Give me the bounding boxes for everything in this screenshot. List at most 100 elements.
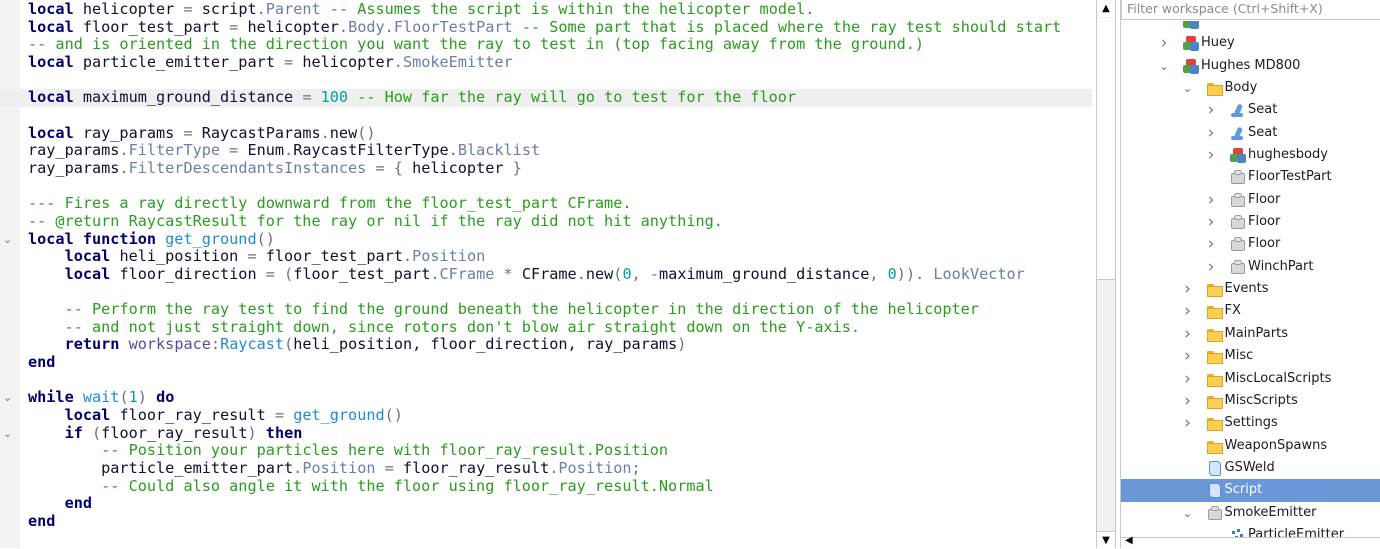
code-line[interactable]: ray_params.FilterType = Enum.RaycastFilt… (28, 141, 1096, 160)
code-line[interactable]: -- and not just straight down, since rot… (28, 318, 1096, 337)
code-line[interactable]: end (28, 495, 1096, 513)
code-token: . (119, 141, 129, 160)
code-token: = (284, 52, 294, 71)
tree-item[interactable]: › FX (1121, 300, 1380, 322)
tree-item[interactable]: › MiscLocalScripts (1121, 368, 1380, 390)
code-line[interactable] (28, 178, 1096, 196)
chevron-right-icon[interactable]: › (1182, 300, 1194, 322)
code-line[interactable]: local heli_position = floor_test_part.Po… (28, 247, 1096, 266)
chevron-right-icon[interactable]: › (1205, 189, 1217, 211)
code-token: new (585, 264, 614, 283)
chevron-right-icon[interactable]: › (1182, 278, 1194, 300)
chevron-right-icon[interactable]: › (1182, 368, 1194, 390)
chevron-right-icon[interactable]: › (1205, 122, 1217, 144)
code-line[interactable] (28, 72, 1096, 90)
tree-item[interactable]: › Seat (1121, 122, 1380, 144)
tree-item[interactable]: ⌄ Hughes MD800 (1121, 55, 1380, 77)
chevron-down-icon[interactable]: ⌄ (1158, 55, 1170, 77)
tree-item[interactable]: › MiscScripts (1121, 390, 1380, 412)
scrollbar-thumb[interactable] (1097, 18, 1115, 280)
code-line[interactable]: return workspace:Raycast(heli_position, … (28, 336, 1096, 354)
tree-item[interactable]: › Seat (1121, 99, 1380, 121)
code-token: FilterType (128, 141, 221, 160)
code-line[interactable]: local helicopter = script.Parent -- Assu… (28, 0, 1096, 19)
tree-item-label: FX (1224, 303, 1241, 319)
code-line[interactable]: end (28, 512, 1096, 531)
chevron-right-icon[interactable]: › (1205, 99, 1217, 121)
tree-item[interactable]: ⌄ Body (1121, 77, 1380, 99)
tree-item[interactable]: WeaponSpawns (1121, 435, 1380, 457)
code-line[interactable]: local floor_test_part = helicopter.Body.… (28, 17, 1096, 37)
code-line[interactable]: ray_params.FilterDescendantsInstances = … (28, 159, 1096, 178)
script-editor[interactable]: local helicopter = script.Parent -- Assu… (0, 0, 1096, 548)
tree-item[interactable] (1121, 21, 1380, 32)
tree-item[interactable]: Script (1121, 479, 1380, 502)
scroll-left-arrow-icon[interactable]: ◀ (1125, 535, 1133, 546)
scroll-up-arrow-icon[interactable]: ▲ (1097, 0, 1115, 17)
code-line[interactable]: ⌄ if (floor_ray_result) then (3, 424, 1096, 443)
code-line[interactable]: local maximum_ground_distance = 100 -- H… (0, 88, 1092, 107)
tree-item[interactable]: FloorTestPart (1121, 166, 1380, 188)
tree-item[interactable]: › Floor (1121, 189, 1380, 211)
tree-item[interactable]: › WinchPart (1121, 256, 1380, 278)
code-line[interactable]: end (28, 353, 1096, 372)
chevron-right-icon[interactable]: › (1182, 412, 1194, 434)
chevron-right-icon[interactable]: › (1158, 32, 1170, 54)
tree-item[interactable]: GSWeld (1121, 457, 1380, 479)
code-token: -- Some part that is placed where the ra… (512, 17, 1062, 36)
code-line[interactable]: --- Fires a ray directly downward from t… (28, 194, 1096, 213)
filter-workspace-input[interactable]: Filter workspace (Ctrl+Shift+X) (1121, 0, 1380, 20)
tree-item[interactable]: › MainParts (1121, 323, 1380, 345)
tree-item[interactable]: › Floor (1121, 233, 1380, 255)
tree-item[interactable]: › Events (1121, 278, 1380, 300)
tree-item[interactable]: › Floor (1121, 211, 1380, 233)
scroll-down-arrow-icon[interactable]: ▼ (1097, 531, 1115, 548)
tree-item[interactable]: › Misc (1121, 345, 1380, 367)
fold-chevron-icon[interactable]: ⌄ (3, 425, 15, 443)
chevron-right-icon[interactable]: › (1205, 144, 1217, 166)
code-line[interactable] (28, 372, 1096, 390)
chevron-right-icon[interactable]: › (1205, 256, 1217, 278)
code-line[interactable]: -- @return RaycastResult for the ray or … (28, 212, 1096, 231)
fold-chevron-icon[interactable]: ⌄ (3, 231, 15, 249)
code-line[interactable]: particle_emitter_part.Position = floor_r… (28, 459, 1096, 478)
editor-vertical-scrollbar[interactable]: ▲ ▼ (1096, 0, 1116, 548)
model-icon (1183, 58, 1199, 74)
code-line[interactable]: ⌄ while wait(1) do (3, 388, 1096, 407)
code-line[interactable]: -- and is oriented in the direction you … (28, 35, 1096, 54)
code-line[interactable]: local floor_ray_result = get_ground() (28, 406, 1096, 425)
chevron-right-icon[interactable]: › (1182, 345, 1194, 367)
code-token: () (256, 229, 275, 248)
folder-icon (1206, 439, 1223, 454)
code-token: * (494, 264, 522, 283)
chevron-right-icon[interactable]: › (1205, 211, 1217, 233)
tree-item-label: Body (1224, 80, 1258, 96)
tree-item[interactable]: › Huey (1121, 32, 1380, 54)
folder-icon (1206, 81, 1223, 97)
tree-item[interactable]: › hughesbody (1121, 144, 1380, 166)
folder-icon (1206, 372, 1223, 387)
code-area[interactable]: local helicopter = script.Parent -- Assu… (0, 0, 1096, 531)
code-line[interactable]: local floor_direction = (floor_test_part… (28, 264, 1096, 284)
chevron-down-icon[interactable]: ⌄ (1182, 77, 1194, 99)
code-line[interactable]: ⌄ local function get_ground() (3, 229, 1096, 249)
code-line[interactable]: local ray_params = RaycastParams.new() (28, 124, 1096, 143)
chevron-right-icon[interactable]: › (1182, 323, 1194, 345)
folder-icon (1206, 416, 1223, 432)
code-line[interactable] (28, 284, 1096, 302)
code-token: while (28, 388, 74, 407)
chevron-down-icon[interactable]: ⌄ (1182, 502, 1194, 524)
code-line[interactable]: -- Position your particles here with flo… (28, 442, 1096, 460)
tree-item[interactable]: › Settings (1121, 412, 1380, 434)
fold-chevron-icon[interactable]: ⌄ (3, 389, 15, 407)
chevron-right-icon[interactable]: › (1205, 233, 1217, 255)
explorer-horizontal-scrollbar[interactable]: ◀ (1121, 535, 1380, 548)
code-line[interactable]: -- Perform the ray test to find the grou… (28, 300, 1096, 319)
code-line[interactable] (28, 107, 1096, 125)
tree-item[interactable]: ⌄ SmokeEmitter (1121, 502, 1380, 524)
code-line[interactable]: local particle_emitter_part = helicopter… (28, 52, 1096, 72)
chevron-right-icon[interactable]: › (1182, 390, 1194, 412)
tree-item[interactable]: ParticleEmitter (1121, 524, 1380, 537)
code-line[interactable]: -- Could also angle it with the floor us… (28, 477, 1096, 496)
